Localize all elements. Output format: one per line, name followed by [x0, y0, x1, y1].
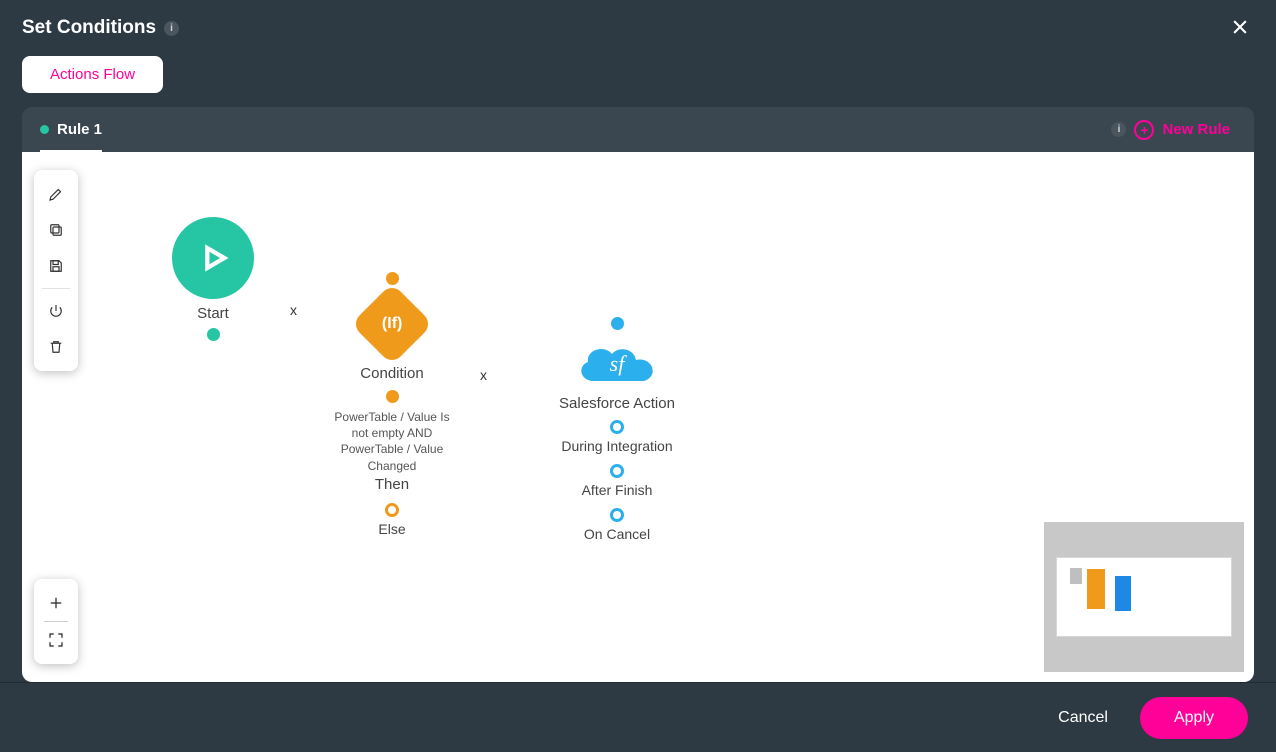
toolbar-save-button[interactable]	[38, 248, 74, 284]
cloud-icon: sf	[572, 336, 662, 391]
pencil-icon	[47, 185, 65, 203]
modal-footer: Cancel Apply	[0, 682, 1276, 752]
close-icon	[1230, 17, 1250, 37]
trash-icon	[47, 338, 65, 356]
toolbar-edit-button[interactable]	[38, 176, 74, 212]
condition-else-port[interactable]	[385, 503, 399, 517]
new-rule-button[interactable]: i + New Rule	[1105, 119, 1236, 141]
salesforce-after-label: After Finish	[582, 482, 653, 498]
salesforce-during-label: During Integration	[561, 438, 672, 454]
node-start[interactable]: Start	[172, 217, 254, 341]
rule-bar: Rule 1 i + New Rule	[22, 107, 1254, 152]
condition-input-port[interactable]	[386, 272, 399, 285]
toolbar-delete-button[interactable]	[38, 329, 74, 365]
edge-delete-2[interactable]: x	[480, 367, 487, 383]
condition-then-port[interactable]	[386, 390, 399, 403]
condition-description: PowerTable / Value Is not empty AND Powe…	[332, 409, 452, 474]
rule-tab-label: Rule 1	[57, 121, 102, 138]
salesforce-cancel-port[interactable]	[610, 508, 624, 522]
node-condition[interactable]: (If) Condition PowerTable / Value Is not…	[332, 272, 452, 537]
fullscreen-icon	[47, 631, 65, 649]
edge-delete-1[interactable]: x	[290, 302, 297, 318]
actions-flow-tab[interactable]: Actions Flow	[22, 56, 163, 93]
salesforce-during-port[interactable]	[610, 420, 624, 434]
zoom-toolbar	[34, 579, 78, 664]
condition-else-label: Else	[378, 521, 405, 537]
condition-label: Condition	[360, 365, 423, 382]
plus-icon	[47, 594, 65, 612]
power-icon	[47, 302, 65, 320]
rule-tab-active[interactable]: Rule 1	[40, 107, 102, 152]
salesforce-cancel-label: On Cancel	[584, 526, 650, 542]
minimap-node-2	[1087, 569, 1105, 609]
title-info-icon[interactable]: i	[164, 21, 179, 36]
start-circle-icon	[172, 217, 254, 299]
plus-circle-icon: +	[1134, 120, 1154, 140]
modal-title: Set Conditions i	[22, 17, 179, 39]
set-conditions-modal: Set Conditions i Actions Flow Rule 1 i +…	[0, 0, 1276, 752]
salesforce-input-port[interactable]	[611, 317, 624, 330]
diamond-icon: (If)	[351, 283, 433, 365]
salesforce-after-port[interactable]	[610, 464, 624, 478]
tabs-row: Actions Flow	[0, 56, 1276, 107]
copy-icon	[47, 221, 65, 239]
condition-then-label: Then	[375, 476, 409, 493]
diamond-text: (If)	[382, 315, 402, 333]
cancel-button[interactable]: Cancel	[1052, 708, 1114, 728]
salesforce-label: Salesforce Action	[559, 395, 675, 412]
new-rule-info-icon: i	[1111, 122, 1126, 137]
save-icon	[47, 257, 65, 275]
node-salesforce[interactable]: sf Salesforce Action During Integration …	[532, 317, 702, 542]
toolbar-copy-button[interactable]	[38, 212, 74, 248]
minimap-node-3	[1115, 576, 1131, 611]
toolbar-divider	[42, 288, 70, 289]
close-button[interactable]	[1226, 13, 1254, 44]
minimap-viewport	[1056, 557, 1232, 637]
canvas-toolbar	[34, 170, 78, 371]
flow-canvas[interactable]: x x	[22, 152, 1254, 682]
apply-button[interactable]: Apply	[1140, 697, 1248, 739]
modal-title-text: Set Conditions	[22, 17, 156, 39]
toolbar-power-button[interactable]	[38, 293, 74, 329]
minimap-node-1	[1070, 568, 1082, 584]
start-output-port[interactable]	[207, 328, 220, 341]
start-label: Start	[197, 305, 229, 322]
title-bar: Set Conditions i	[0, 0, 1276, 56]
fit-view-button[interactable]	[38, 622, 74, 658]
rule-status-dot-icon	[40, 125, 49, 134]
zoom-in-button[interactable]	[38, 585, 74, 621]
new-rule-label: New Rule	[1162, 121, 1230, 138]
minimap[interactable]	[1044, 522, 1244, 672]
cloud-text: sf	[572, 336, 662, 391]
